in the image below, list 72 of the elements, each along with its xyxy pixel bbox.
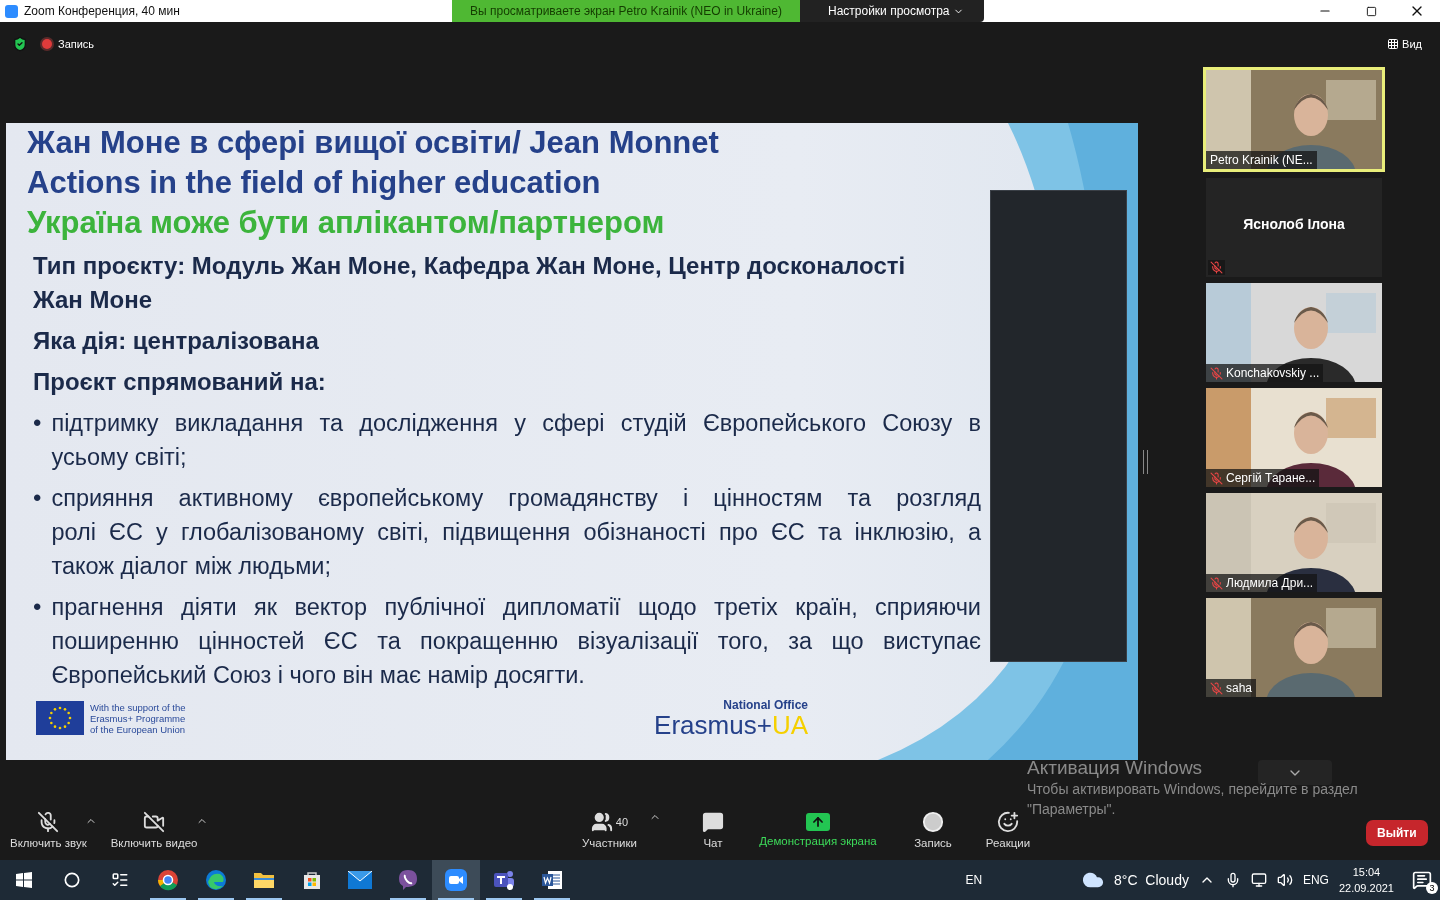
support-text: With the support of the Erasmus+ Programme of the European Union (90, 701, 186, 735)
people-icon (590, 811, 613, 833)
envelope-icon (348, 871, 372, 889)
splitter-handle[interactable] (1143, 449, 1148, 474)
shield-icon[interactable] (12, 35, 28, 52)
network-icon[interactable] (1250, 872, 1267, 888)
input-indicator[interactable]: EN (965, 873, 983, 887)
search-icon (64, 872, 80, 888)
phone-bubble-icon (397, 869, 419, 891)
windows-logo-icon (16, 872, 32, 888)
taskbar-app-button[interactable] (432, 860, 480, 900)
maximize-icon (1365, 5, 1377, 17)
language-indicator[interactable]: ENG (1302, 873, 1329, 887)
share-banner: Вы просматриваете экран Petro Krainik (NEO in Ukraine) (452, 0, 800, 22)
bullet-text: поширенню цінностей ЄС та покращенню візуалізації того, за що виступає (51, 627, 981, 656)
brand-logo: Erasmus+UA (654, 712, 808, 738)
flag-icon (36, 701, 84, 735)
folder-icon (253, 870, 275, 890)
participant-name: Людмила Дри... (1206, 574, 1318, 592)
speaker-icon[interactable] (1276, 872, 1293, 888)
notification-count: 3 (1426, 882, 1438, 894)
leave-button[interactable]: Выйти (1366, 820, 1428, 846)
participant-name: Petro Krainik (NE... (1206, 151, 1317, 169)
document-icon (541, 870, 563, 890)
video-camera-icon (445, 869, 467, 891)
bullet-text: Європейський Союз і чого він має намір досягти. (51, 661, 586, 690)
bullet-marker: • (33, 408, 42, 438)
participant-count: 40 (615, 816, 629, 828)
app-logo-icon (5, 4, 18, 18)
participants-button[interactable]: 40 Участники (582, 811, 637, 849)
slide-subtitle: Україна може бути аплікантом/партнером (27, 204, 666, 242)
bullet-text: також діалог між людьми; (51, 552, 332, 581)
shopping-bag-icon (302, 870, 322, 890)
window-title: Zoom Конференция, 40 мин (24, 4, 180, 18)
grid-icon (1387, 37, 1400, 50)
audio-button[interactable]: Включить звук (10, 811, 87, 849)
smiley-plus-icon (997, 811, 1019, 833)
office-label: National Office (723, 698, 808, 712)
participant-name: Сергій Таране... (1206, 469, 1320, 487)
clock[interactable]: 15:04 22.09.2021 (1338, 864, 1394, 896)
team-icon (492, 869, 516, 891)
chat-bubble-icon (702, 811, 724, 833)
bullet-marker: • (33, 592, 42, 622)
record-button[interactable]: Запись (914, 811, 952, 849)
participant-name: Яснолоб Ілона (1242, 216, 1346, 232)
chat-button[interactable]: Чат (702, 811, 724, 849)
bullet-marker: • (33, 483, 42, 513)
bullet-text: ролі ЄС у глобалізованому світі, підвищення обізнаності про ЄС та інклюзію, а (51, 518, 981, 547)
share-button[interactable]: Демонстрация экрана (759, 813, 877, 847)
browser-icon (157, 869, 179, 891)
participant-name: saha (1206, 679, 1257, 697)
swirl-logo-icon (205, 869, 227, 891)
slide-heading: Яка дія: централізована (33, 326, 320, 356)
record-icon (922, 811, 944, 833)
bullet-text: усьому світі; (51, 443, 188, 472)
task-view-icon (111, 871, 129, 889)
view-button[interactable]: Вид (1381, 36, 1428, 51)
video-button[interactable]: Включить видео (110, 811, 198, 849)
slide-heading: Тип проєкту: Модуль Жан Моне, Кафедра Жан Моне, Центр досконалості (33, 251, 907, 281)
slide-heading: Жан Моне (33, 285, 153, 315)
bullet-text: прагнення діяти як вектор публічної дипломатії щодо третіх країн, сприяючи (51, 593, 981, 622)
participant-name: Konchakovskiy ... (1206, 364, 1324, 382)
slide-title: Actions in the field of higher education (27, 164, 602, 202)
bullet-text: підтримку викладання та дослідження у сфері студій Європейського Союзу в (51, 409, 981, 438)
bullet-text: сприяння активному європейському громадянству і цінностям та розгляд (51, 484, 981, 513)
view-options-button[interactable]: Настройки просмотра (799, 0, 984, 22)
slide-title: Жан Моне в сфері вищої освіти/ Jean Monnet (27, 124, 720, 162)
notification-icon[interactable] (1412, 870, 1432, 890)
weather-text[interactable]: 8°C Cloudy (1114, 872, 1189, 888)
slide-heading: Проєкт спрямований на: (33, 367, 327, 397)
recording-indicator: Запись (42, 37, 95, 50)
activation-title: Активация Windows (1027, 757, 1204, 779)
